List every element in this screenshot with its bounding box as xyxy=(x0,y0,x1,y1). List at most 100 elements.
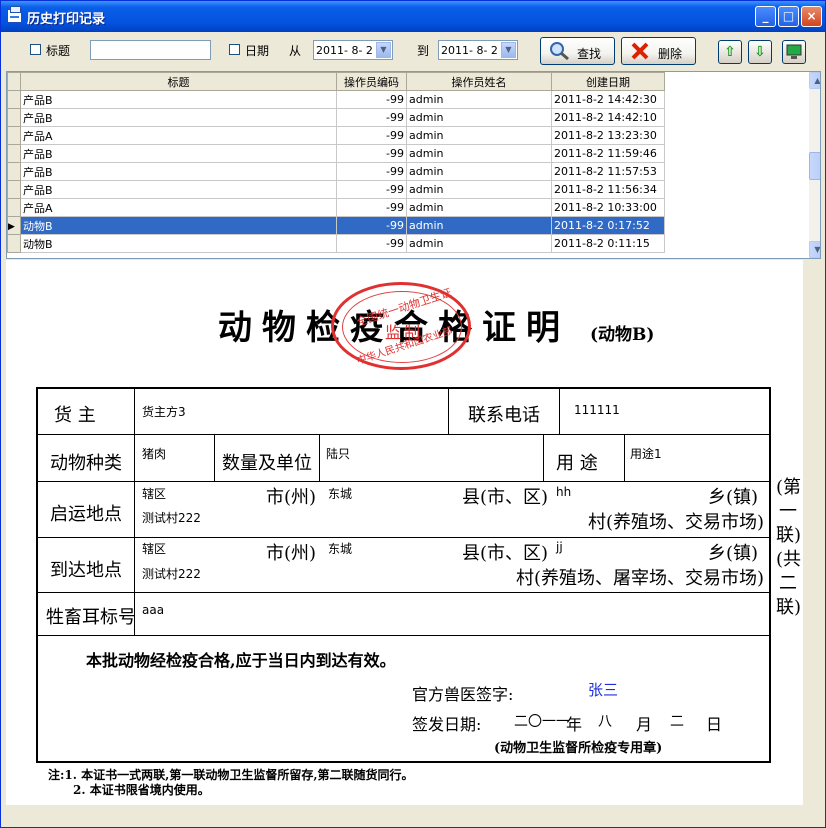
cell-title[interactable]: 产品B xyxy=(20,108,337,127)
cell-operator-name[interactable]: admin xyxy=(406,108,552,127)
monitor-icon xyxy=(786,44,802,59)
origin-area: 辖区 xyxy=(142,487,167,501)
destination-county-label: 县(市、区) xyxy=(462,543,549,564)
cell-created-date[interactable]: 2011-8-2 0:11:15 xyxy=(551,234,665,253)
cell-operator-name[interactable]: admin xyxy=(406,126,552,145)
minimize-button[interactable]: _ xyxy=(755,6,776,27)
screen-button[interactable] xyxy=(782,40,806,64)
from-label: 从 xyxy=(289,44,302,58)
issue-year: 二〇一一 xyxy=(514,714,570,730)
table-row[interactable]: ▶ 动物B -99 admin 2011-8-2 0:17:52 xyxy=(7,216,665,235)
row-indicator[interactable]: ▶ xyxy=(7,216,21,235)
column-header-created-date[interactable]: 创建日期 xyxy=(551,72,665,91)
row-indicator[interactable] xyxy=(7,108,21,127)
cell-operator-name[interactable]: admin xyxy=(406,180,552,199)
row-indicator[interactable] xyxy=(7,144,21,163)
cell-operator-code[interactable]: -99 xyxy=(336,108,407,127)
table-row[interactable]: 产品B -99 admin 2011-8-2 11:57:53 xyxy=(7,162,665,181)
down-arrow-icon: ⇩ xyxy=(754,44,766,60)
chevron-down-icon[interactable]: ▼ xyxy=(376,42,391,58)
row-indicator[interactable] xyxy=(7,234,21,253)
move-down-button[interactable]: ⇩ xyxy=(748,40,772,64)
validity-text: 本批动物经检疫合格,应于当日内到达有效。 xyxy=(86,651,396,670)
cell-title[interactable]: 产品B xyxy=(20,162,337,181)
issue-day: 二 xyxy=(670,714,684,730)
destination-city-label: 市(州) xyxy=(266,543,317,564)
table-row[interactable]: 产品A -99 admin 2011-8-2 13:23:30 xyxy=(7,126,665,145)
cell-operator-name[interactable]: admin xyxy=(406,90,552,109)
row-indicator[interactable] xyxy=(7,162,21,181)
cell-created-date[interactable]: 2011-8-2 0:17:52 xyxy=(551,216,665,235)
cell-operator-code[interactable]: -99 xyxy=(336,234,407,253)
table-row[interactable]: 产品A -99 admin 2011-8-2 10:33:00 xyxy=(7,198,665,217)
cell-operator-name[interactable]: admin xyxy=(406,234,552,253)
cell-created-date[interactable]: 2011-8-2 14:42:10 xyxy=(551,108,665,127)
footnote-2: 2. 本证书限省境内使用。 xyxy=(73,783,210,797)
to-date-picker[interactable]: 2011- 8- 2 ▼ xyxy=(438,40,518,60)
use-value: 用途1 xyxy=(630,447,662,461)
cell-operator-name[interactable]: admin xyxy=(406,216,552,235)
cell-created-date[interactable]: 2011-8-2 11:56:34 xyxy=(551,180,665,199)
cell-title[interactable]: 动物B xyxy=(20,234,337,253)
cell-title[interactable]: 产品B xyxy=(20,180,337,199)
title-bar[interactable]: 历史打印记录 _ □ × xyxy=(1,1,825,32)
cell-title[interactable]: 产品A xyxy=(20,126,337,145)
origin-village-label: 村(养殖场、交易市场) xyxy=(588,512,765,533)
row-indicator[interactable] xyxy=(7,126,21,145)
cell-title[interactable]: 动物B xyxy=(20,216,337,235)
destination-town-label: 乡(镇) xyxy=(708,543,759,564)
cell-operator-name[interactable]: admin xyxy=(406,144,552,163)
col-divider xyxy=(559,389,560,434)
cell-operator-code[interactable]: -99 xyxy=(336,180,407,199)
title-checkbox[interactable] xyxy=(30,44,41,55)
preview-scroll-area[interactable] xyxy=(803,260,821,805)
title-filter-input[interactable] xyxy=(90,40,211,60)
cell-created-date[interactable]: 2011-8-2 11:57:53 xyxy=(551,162,665,181)
scroll-thumb[interactable] xyxy=(809,152,820,180)
cell-operator-code[interactable]: -99 xyxy=(336,216,407,235)
cell-operator-name[interactable]: admin xyxy=(406,198,552,217)
cell-title[interactable]: 产品B xyxy=(20,90,337,109)
cell-created-date[interactable]: 2011-8-2 13:23:30 xyxy=(551,126,665,145)
table-row[interactable]: 产品B -99 admin 2011-8-2 14:42:10 xyxy=(7,108,665,127)
cell-operator-code[interactable]: -99 xyxy=(336,162,407,181)
print-history-grid[interactable]: 标题 操作员编码 操作员姓名 创建日期 产品B -99 admin 2011-8-2 … xyxy=(6,71,821,259)
close-button[interactable]: × xyxy=(801,6,822,27)
cell-created-date[interactable]: 2011-8-2 10:33:00 xyxy=(551,198,665,217)
row-indicator[interactable] xyxy=(7,198,21,217)
column-header-title[interactable]: 标题 xyxy=(20,72,337,91)
from-date-value: 2011- 8- 2 xyxy=(316,44,373,57)
table-row[interactable]: 动物B -99 admin 2011-8-2 0:11:15 xyxy=(7,234,665,253)
scroll-down-icon[interactable]: ▼ xyxy=(809,241,820,258)
cell-title[interactable]: 产品A xyxy=(20,198,337,217)
origin-county: hh xyxy=(556,485,572,499)
origin-label: 启运地点 xyxy=(50,504,122,525)
date-filter-label: 日期 xyxy=(245,44,270,58)
column-header-operator-code[interactable]: 操作员编码 xyxy=(336,72,407,91)
from-date-picker[interactable]: 2011- 8- 2 ▼ xyxy=(313,40,393,60)
search-button[interactable]: 查找 xyxy=(540,37,615,65)
cell-created-date[interactable]: 2011-8-2 11:59:46 xyxy=(551,144,665,163)
row-indicator[interactable] xyxy=(7,90,21,109)
table-row[interactable]: 产品B -99 admin 2011-8-2 11:59:46 xyxy=(7,144,665,163)
move-up-button[interactable]: ⇧ xyxy=(718,40,742,64)
cell-created-date[interactable]: 2011-8-2 14:42:30 xyxy=(551,90,665,109)
chevron-down-icon[interactable]: ▼ xyxy=(501,42,516,58)
grid-vertical-scrollbar[interactable]: ▲ ▼ xyxy=(809,72,820,258)
origin-village: 测试村222 xyxy=(142,511,201,525)
date-checkbox[interactable] xyxy=(229,44,240,55)
table-row[interactable]: 产品B -99 admin 2011-8-2 11:56:34 xyxy=(7,180,665,199)
cell-operator-name[interactable]: admin xyxy=(406,162,552,181)
owner-label: 货 主 xyxy=(54,405,96,426)
maximize-button[interactable]: □ xyxy=(778,6,799,27)
cell-operator-code[interactable]: -99 xyxy=(336,198,407,217)
cell-operator-code[interactable]: -99 xyxy=(336,90,407,109)
cell-operator-code[interactable]: -99 xyxy=(336,144,407,163)
delete-button[interactable]: 删除 xyxy=(621,37,696,65)
row-indicator[interactable] xyxy=(7,180,21,199)
cell-operator-code[interactable]: -99 xyxy=(336,126,407,145)
table-row[interactable]: 产品B -99 admin 2011-8-2 14:42:30 xyxy=(7,90,665,109)
scroll-up-icon[interactable]: ▲ xyxy=(809,72,820,89)
cell-title[interactable]: 产品B xyxy=(20,144,337,163)
column-header-operator-name[interactable]: 操作员姓名 xyxy=(406,72,552,91)
